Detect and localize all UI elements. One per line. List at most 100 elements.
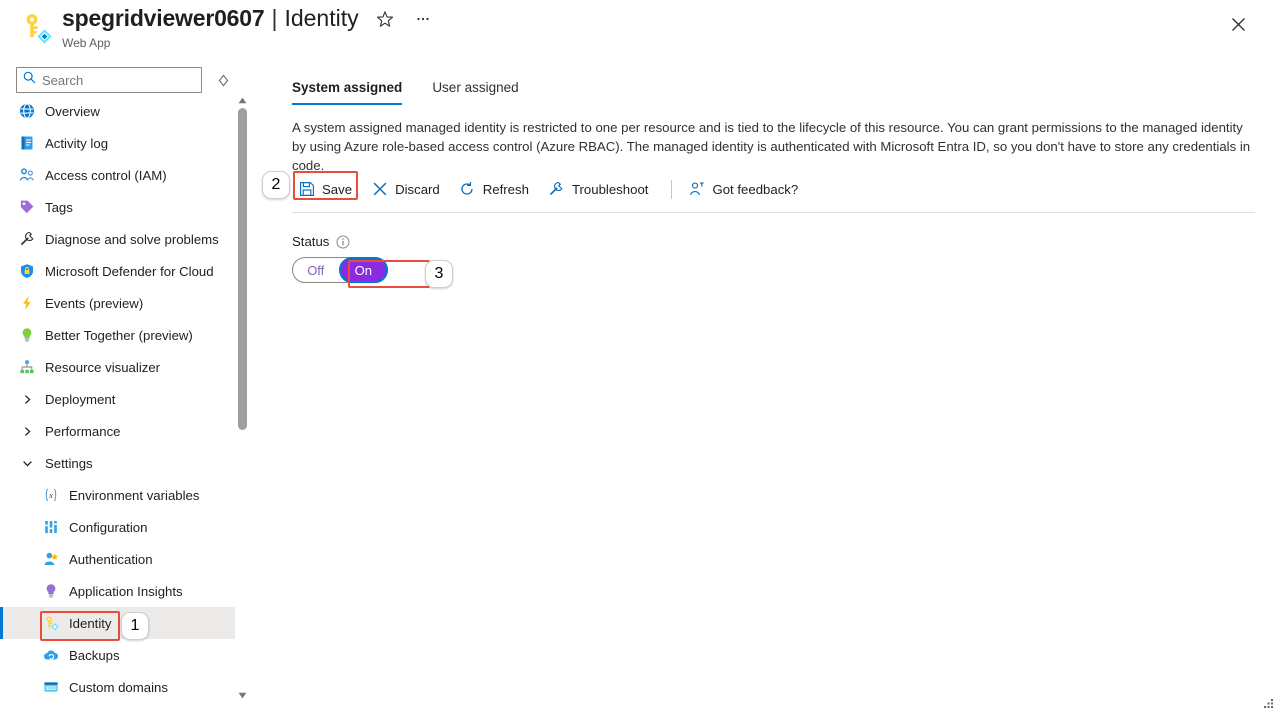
- sidebar-item-label: Deployment: [45, 391, 116, 407]
- status-toggle-off[interactable]: Off: [293, 258, 339, 282]
- app-insights-icon: [42, 582, 60, 600]
- status-toggle[interactable]: Off On: [292, 257, 388, 283]
- toolbar-divider: [671, 179, 673, 199]
- tab-label: System assigned: [292, 80, 403, 95]
- status-option-label: Off: [307, 262, 325, 278]
- tab-user-assigned[interactable]: User assigned: [432, 76, 526, 105]
- sidebar-search-row: [16, 67, 264, 93]
- overview-icon: [18, 102, 36, 120]
- sidebar-item-label: Resource visualizer: [45, 359, 161, 375]
- sidebar-item-custom-domains[interactable]: Custom domains: [0, 671, 250, 703]
- scroll-up-arrow[interactable]: [235, 92, 250, 108]
- sidebar-item-label: Environment variables: [69, 487, 200, 503]
- sidebar-item-application-insights[interactable]: Application Insights: [0, 575, 250, 607]
- sidebar-item-label: Microsoft Defender for Cloud: [45, 263, 214, 279]
- identity-tabs: System assigned User assigned: [292, 76, 549, 105]
- sidebar-item-label: Backups: [69, 647, 120, 663]
- refresh-icon: [459, 181, 476, 198]
- close-icon[interactable]: [1224, 10, 1252, 38]
- sidebar-item-label: Diagnose and solve problems: [45, 231, 219, 247]
- sidebar-item-defender[interactable]: Microsoft Defender for Cloud: [0, 255, 250, 287]
- sidebar-item-configuration[interactable]: Configuration: [0, 511, 250, 543]
- tab-system-assigned[interactable]: System assigned: [292, 76, 410, 105]
- scroll-down-arrow[interactable]: [235, 687, 250, 703]
- sidebar-item-resource-visualizer[interactable]: Resource visualizer: [0, 351, 250, 383]
- callout-number: 1: [130, 617, 140, 634]
- sidebar-item-backups[interactable]: Backups: [0, 639, 250, 671]
- search-icon: [23, 71, 36, 89]
- activity-log-icon: [18, 134, 36, 152]
- sidebar-item-label: Tags: [45, 199, 73, 215]
- authentication-icon: [42, 550, 60, 568]
- search-input[interactable]: [36, 71, 176, 89]
- toolbar-label: Troubleshoot: [571, 181, 649, 197]
- sidebar-item-label: Performance: [45, 423, 121, 439]
- sidebar-item-activity-log[interactable]: Activity log: [0, 127, 250, 159]
- ellipsis-icon[interactable]: [411, 7, 435, 31]
- info-circle-icon[interactable]: [336, 235, 350, 249]
- tags-icon: [18, 198, 36, 216]
- sidebar-item-access-control[interactable]: Access control (IAM): [0, 159, 250, 191]
- access-control-icon: [18, 166, 36, 184]
- azure-portal-identity-blade: spegridviewer0607 | Identity Web App Sea…: [0, 0, 1276, 712]
- sidebar-nav-list: Overview Activity log Access control (IA…: [0, 95, 250, 703]
- scrollbar-thumb[interactable]: [238, 108, 247, 430]
- sidebar-item-environment-variables[interactable]: x Environment variables: [0, 479, 250, 511]
- sidebar-item-label: Identity: [69, 615, 112, 631]
- tab-label: User assigned: [432, 80, 519, 95]
- lightbulb-icon: [18, 326, 36, 344]
- troubleshoot-button[interactable]: Troubleshoot: [542, 174, 658, 204]
- refresh-button[interactable]: Refresh: [453, 174, 538, 204]
- status-toggle-on[interactable]: On: [338, 257, 388, 283]
- status-option-label: On: [354, 262, 372, 278]
- pin-icon[interactable]: [212, 69, 234, 91]
- discard-button[interactable]: Discard: [365, 174, 449, 204]
- svg-text:x: x: [48, 491, 53, 500]
- toolbar-label: Got feedback?: [712, 181, 799, 197]
- sidebar-item-label: Application Insights: [69, 583, 183, 599]
- custom-domains-icon: [42, 678, 60, 696]
- callout-number: 2: [271, 176, 281, 193]
- sidebar-item-tags[interactable]: Tags: [0, 191, 250, 223]
- sidebar-item-label: Access control (IAM): [45, 167, 167, 183]
- sidebar-item-label: Configuration: [69, 519, 148, 535]
- sidebar-item-label: Activity log: [45, 135, 109, 151]
- callout-number: 3: [434, 265, 444, 282]
- sidebar-item-overview[interactable]: Overview: [0, 95, 250, 127]
- resource-visualizer-icon: [18, 358, 36, 376]
- variables-icon: x: [42, 486, 60, 504]
- sidebar-item-events[interactable]: Events (preview): [0, 287, 250, 319]
- page-title: spegridviewer0607 | Identity: [62, 5, 435, 32]
- chevron-down-icon: [18, 458, 36, 469]
- resource-name: spegridviewer0607: [62, 5, 265, 31]
- star-icon[interactable]: [373, 7, 397, 31]
- save-disk-icon: [298, 181, 315, 198]
- sidebar-group-settings[interactable]: Settings: [0, 447, 250, 479]
- blade-header: spegridviewer0607 | Identity Web App: [0, 0, 1276, 62]
- key-identity-icon: [18, 11, 52, 45]
- sidebar-scrollbar[interactable]: [235, 62, 250, 712]
- sidebar-item-better-together[interactable]: Better Together (preview): [0, 319, 250, 351]
- search-box[interactable]: [16, 67, 202, 93]
- sidebar-item-authentication[interactable]: Authentication: [0, 543, 250, 575]
- discard-x-icon: [371, 181, 388, 198]
- got-feedback-button[interactable]: Got feedback?: [682, 174, 807, 204]
- save-button[interactable]: Save: [292, 174, 361, 204]
- callout-badge-2: 2: [262, 171, 290, 199]
- backups-icon: [42, 646, 60, 664]
- sidebar-group-performance[interactable]: Performance: [0, 415, 250, 447]
- toolbar-bottom-divider: [292, 212, 1255, 213]
- title-separator: |: [271, 5, 278, 31]
- resource-type-label: Web App: [62, 36, 111, 50]
- sidebar-item-diagnose[interactable]: Diagnose and solve problems: [0, 223, 250, 255]
- identity-description: A system assigned managed identity is re…: [292, 120, 1251, 173]
- identity-content-pane: System assigned User assigned A system a…: [250, 62, 1276, 712]
- toolbar-label: Discard: [395, 181, 440, 197]
- sidebar-group-deployment[interactable]: Deployment: [0, 383, 250, 415]
- callout-badge-1: 1: [121, 612, 149, 640]
- sidebar-item-label: Custom domains: [69, 679, 168, 695]
- resize-grip[interactable]: [1260, 696, 1274, 710]
- feedback-person-icon: [688, 181, 705, 198]
- sidebar-item-label: Overview: [45, 103, 100, 119]
- toolbar-label: Refresh: [482, 181, 529, 197]
